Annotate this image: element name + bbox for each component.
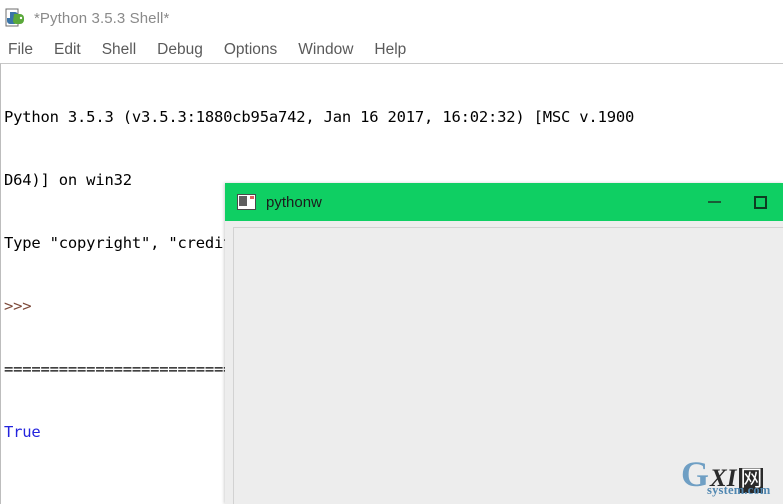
idle-titlebar[interactable]: *Python 3.5.3 Shell* [0, 0, 783, 36]
pythonw-window-title: pythonw [266, 193, 322, 211]
maximize-button[interactable] [737, 183, 783, 221]
menu-item-debug[interactable]: Debug [157, 41, 214, 59]
pythonw-titlebar[interactable]: pythonw [225, 183, 783, 221]
maximize-icon [753, 195, 767, 209]
pythonw-client-area[interactable] [233, 227, 783, 504]
menu-item-options[interactable]: Options [224, 41, 288, 59]
window-controls [691, 183, 783, 221]
minimize-icon [707, 201, 721, 203]
minimize-button[interactable] [691, 183, 737, 221]
shell-banner-line-1: Python 3.5.3 (v3.5.3:1880cb95a742, Jan 1… [4, 108, 644, 126]
pythonw-window: pythonw [225, 183, 783, 504]
idle-python-logo-icon [4, 6, 28, 30]
idle-menubar: File Edit Shell Debug Options Window Hel… [0, 36, 783, 63]
idle-window-title: *Python 3.5.3 Shell* [34, 9, 170, 27]
menu-item-file[interactable]: File [8, 41, 44, 59]
window-app-icon [237, 194, 256, 210]
menu-item-edit[interactable]: Edit [54, 41, 92, 59]
menu-item-shell[interactable]: Shell [102, 41, 147, 59]
menu-item-help[interactable]: Help [374, 41, 417, 59]
menu-item-window[interactable]: Window [298, 41, 364, 59]
